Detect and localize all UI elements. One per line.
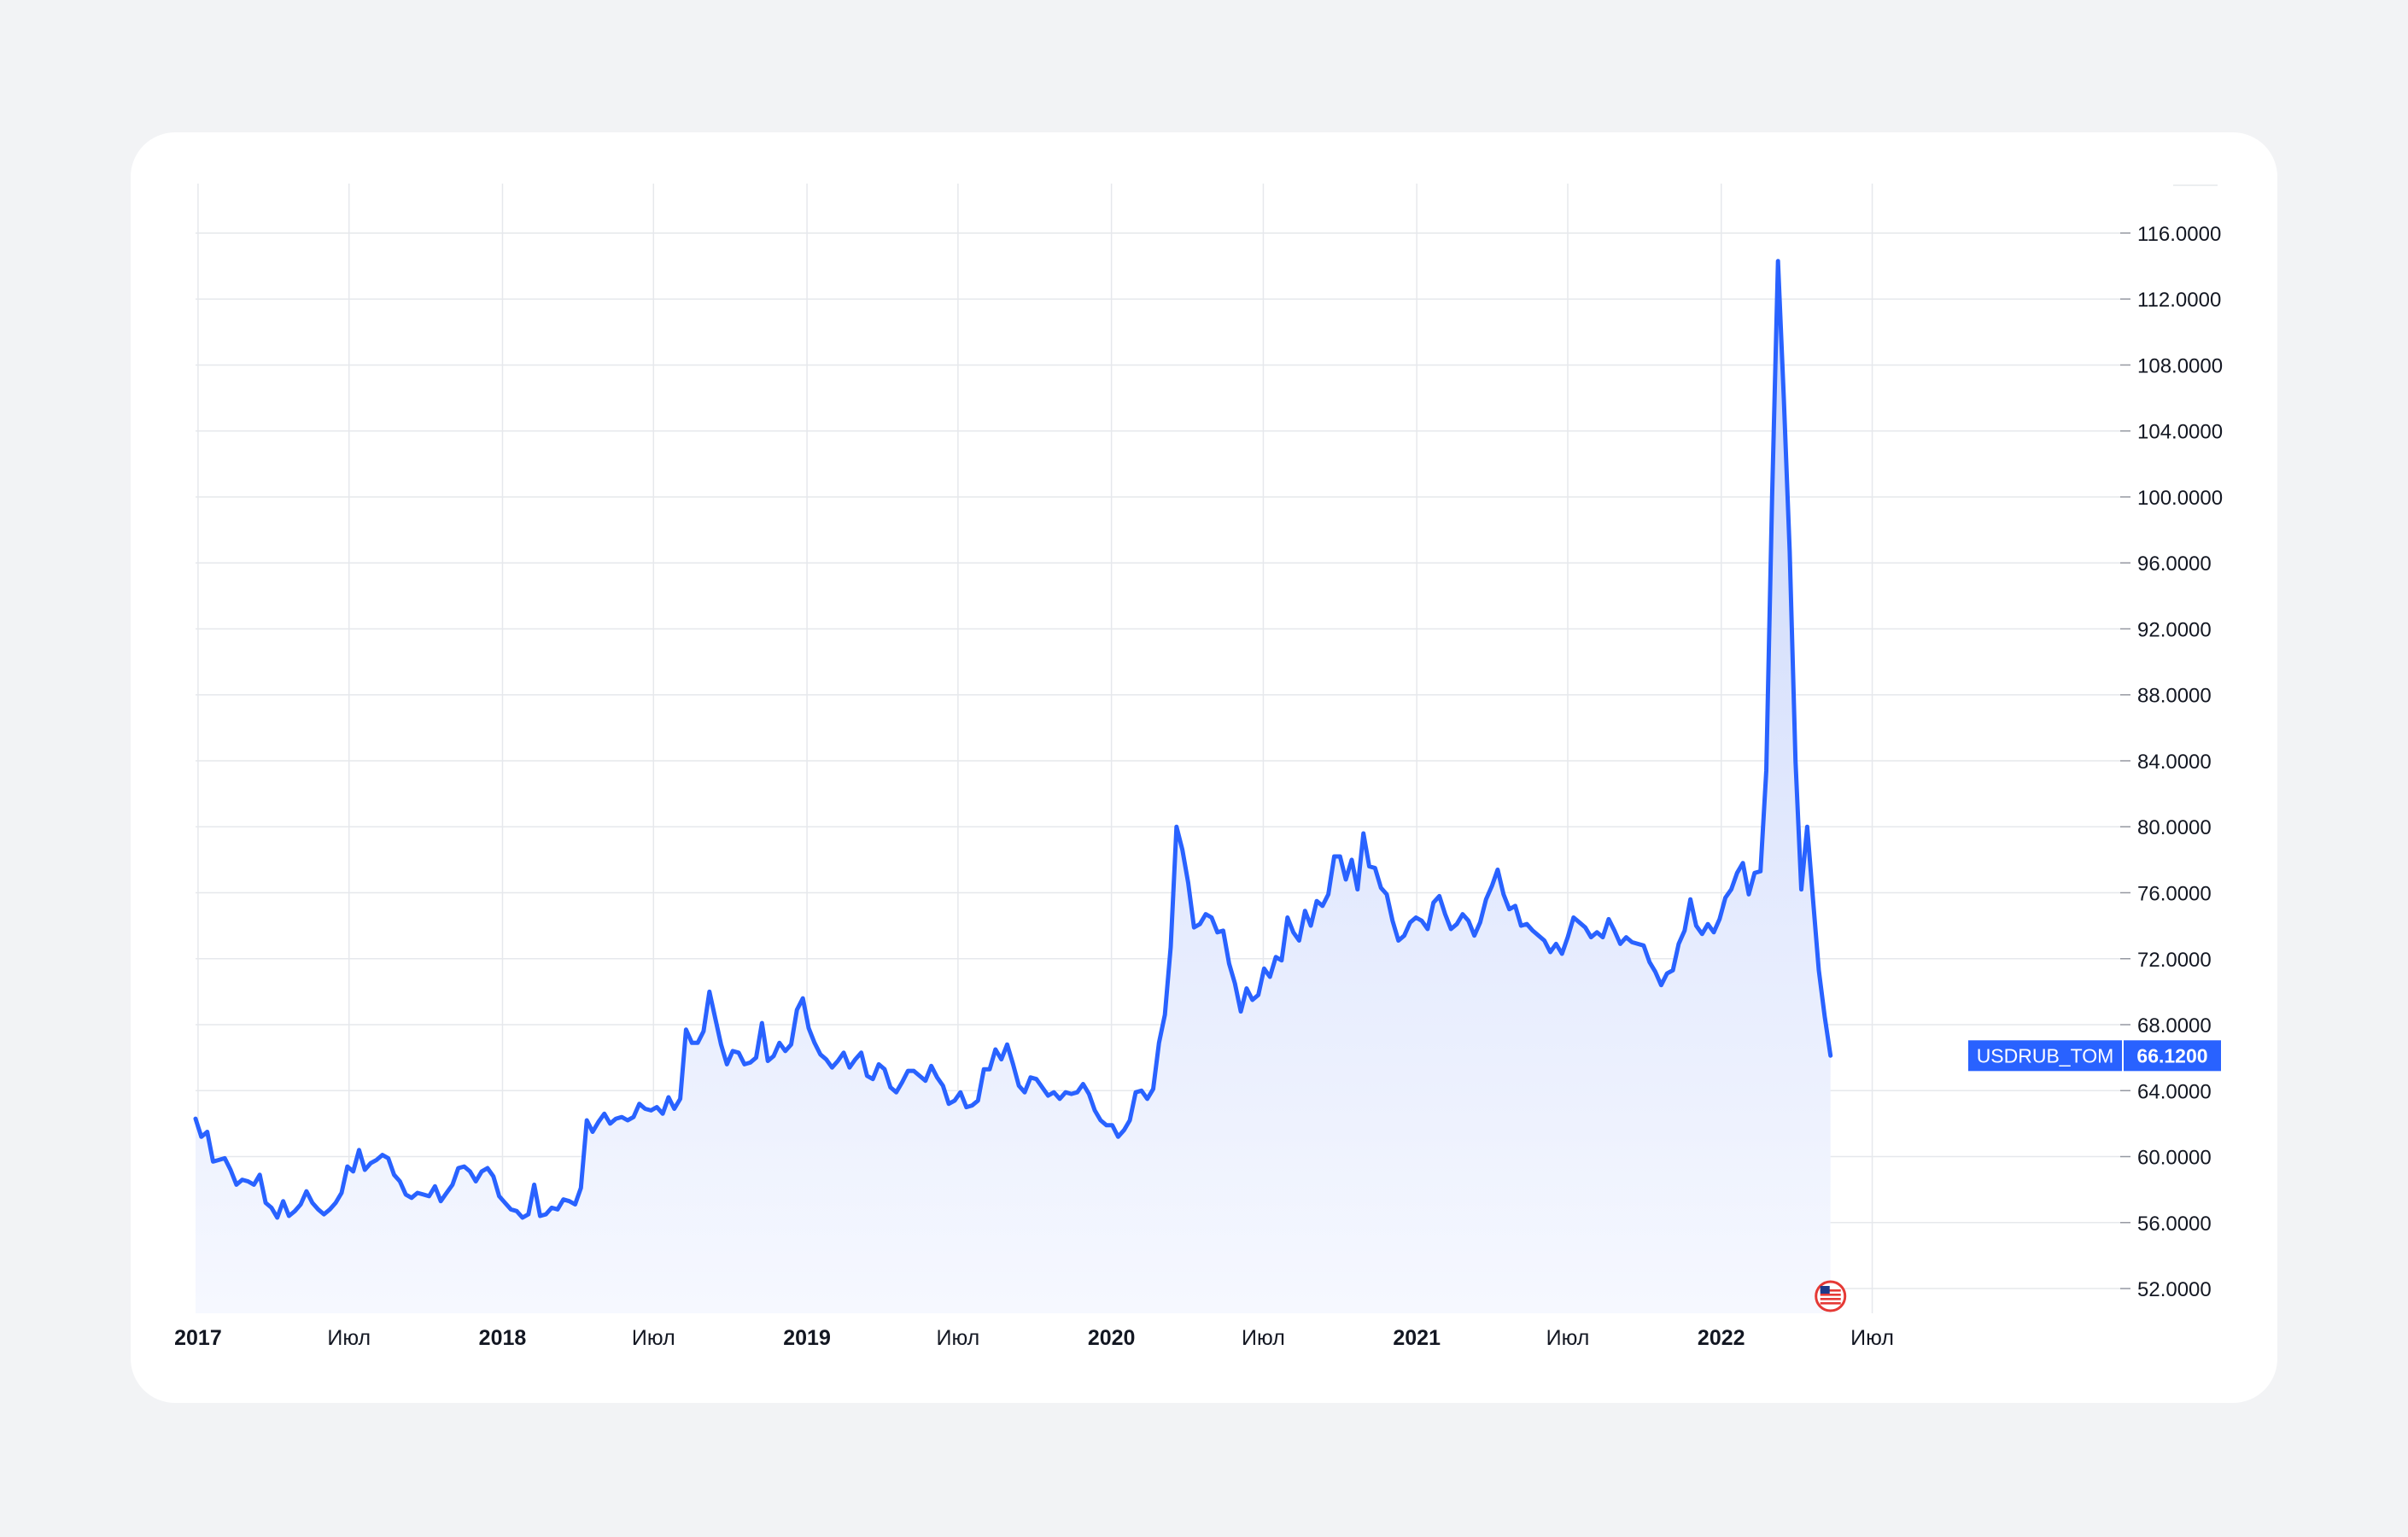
last-price-tag[interactable]: USDRUB_TOM 66.1200 (1968, 1040, 2221, 1072)
y-axis: 52.0000 56.0000 60.0000 64.0000 68.0000 72.00… (2120, 184, 2223, 1301)
y-tick-label: 76.0000 (2137, 882, 2212, 905)
y-tick-label: 60.0000 (2137, 1147, 2212, 1170)
symbol-label: USDRUB_TOM (1977, 1044, 2114, 1067)
y-tick-label: 64.0000 (2137, 1080, 2212, 1103)
x-tick-label: 2018 (479, 1326, 527, 1350)
x-tick-label: Июл (1242, 1326, 1285, 1350)
x-tick-label: 2019 (783, 1326, 831, 1350)
x-tick-label: 2022 (1698, 1326, 1745, 1350)
y-tick-label: 96.0000 (2137, 552, 2212, 576)
y-tick-label: 92.0000 (2137, 618, 2212, 641)
y-tick-label: 112.0000 (2137, 289, 2221, 312)
x-tick-label: Июл (632, 1326, 675, 1350)
flag-canton (1820, 1286, 1830, 1294)
y-tick-label: 100.0000 (2137, 487, 2223, 510)
y-tick-label: 80.0000 (2137, 816, 2212, 839)
y-tick-label: 84.0000 (2137, 751, 2212, 774)
flag-stripe (1820, 1294, 1841, 1296)
y-tick-label: 108.0000 (2137, 354, 2223, 377)
us-flag-icon[interactable] (1815, 1280, 1847, 1312)
chart-card: 52.0000 56.0000 60.0000 64.0000 68.0000 72.00… (131, 132, 2277, 1403)
y-tick-label: 104.0000 (2137, 421, 2223, 444)
x-tick-label: Июл (327, 1326, 371, 1350)
y-tick-label: 56.0000 (2137, 1213, 2212, 1236)
y-tick-label: 68.0000 (2137, 1014, 2212, 1037)
y-tick-label: 116.0000 (2137, 223, 2221, 246)
x-axis: 2017 Июл 2018 Июл 2019 Июл 2020 Июл 2021 Июл 2022 И… (174, 1326, 1894, 1350)
x-tick-label: 2017 (174, 1326, 222, 1350)
y-tick-label: 52.0000 (2137, 1278, 2212, 1301)
x-tick-label: Июл (1546, 1326, 1590, 1350)
last-value-label: 66.1200 (2136, 1044, 2207, 1067)
x-tick-label: Июл (1850, 1326, 1894, 1350)
x-tick-label: 2020 (1088, 1326, 1136, 1350)
price-chart[interactable]: 52.0000 56.0000 60.0000 64.0000 68.0000 72.00… (131, 132, 2277, 1403)
flag-stripe (1820, 1302, 1841, 1305)
y-tick-label: 88.0000 (2137, 685, 2212, 708)
flag-stripe (1820, 1298, 1841, 1300)
price-area (196, 260, 1831, 1313)
x-tick-label: Июл (937, 1326, 980, 1350)
y-tick-label: 72.0000 (2137, 949, 2212, 972)
x-tick-label: 2021 (1393, 1326, 1441, 1350)
